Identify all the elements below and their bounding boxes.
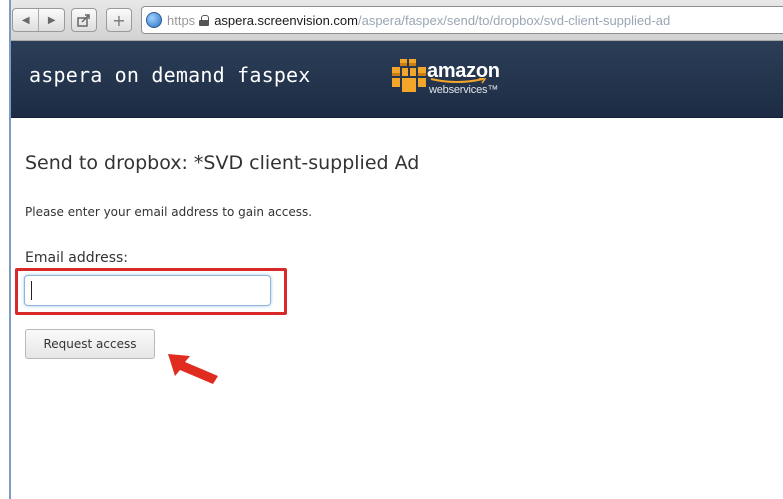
add-icon[interactable]: + <box>106 8 132 32</box>
forward-icon[interactable]: ▶ <box>38 9 64 31</box>
lock-icon <box>199 14 210 26</box>
request-access-button[interactable]: Request access <box>25 329 155 359</box>
url-scheme: https <box>167 12 196 28</box>
globe-icon <box>146 12 162 28</box>
annotation-arrow-icon <box>168 354 218 384</box>
back-icon[interactable]: ◀ <box>13 9 38 31</box>
main-content: Send to dropbox: *SVD client-supplied Ad… <box>11 118 783 499</box>
history-nav: ◀ ▶ <box>12 8 65 32</box>
share-icon[interactable] <box>71 8 97 32</box>
instructions-text: Please enter your email address to gain … <box>25 205 313 219</box>
site-header: aspera on demand faspex amazon webservic… <box>11 41 783 118</box>
url-host: aspera.screenvision.com <box>214 12 358 28</box>
email-field[interactable] <box>24 275 271 306</box>
address-bar[interactable]: https aspera.screenvision.com /aspera/fa… <box>141 6 783 34</box>
amazon-web-services-logo: amazon webservices™ <box>391 56 531 104</box>
aws-wordmark-sub: webservices™ <box>429 84 499 96</box>
text-caret <box>31 281 32 300</box>
page-title: Send to dropbox: *SVD client-supplied Ad <box>25 152 420 174</box>
aws-boxes-icon <box>392 59 426 92</box>
site-title: aspera on demand faspex <box>29 63 311 87</box>
browser-toolbar: ◀ ▶ + https aspera.screenvision.com /asp… <box>11 0 783 41</box>
email-label: Email address: <box>25 250 129 266</box>
url-path: /aspera/faspex/send/to/dropbox/svd-clien… <box>357 12 671 28</box>
